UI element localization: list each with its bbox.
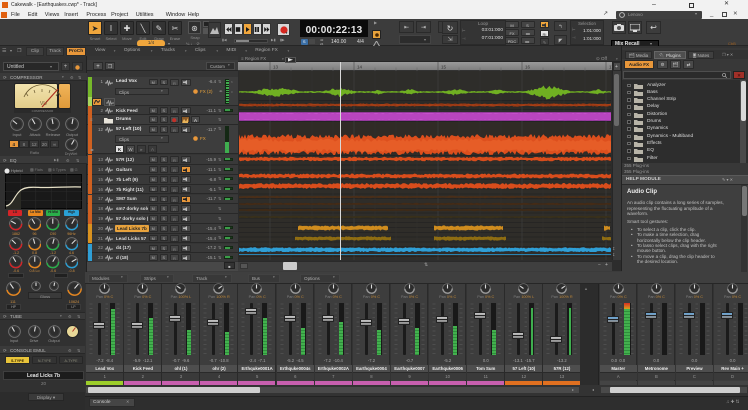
svg-text:15: 15 bbox=[441, 65, 447, 70]
svg-text:13: 13 bbox=[273, 65, 279, 70]
svg-text:16: 16 bbox=[525, 65, 531, 70]
svg-text:14: 14 bbox=[357, 65, 363, 70]
svg-text:VU: VU bbox=[40, 101, 47, 107]
